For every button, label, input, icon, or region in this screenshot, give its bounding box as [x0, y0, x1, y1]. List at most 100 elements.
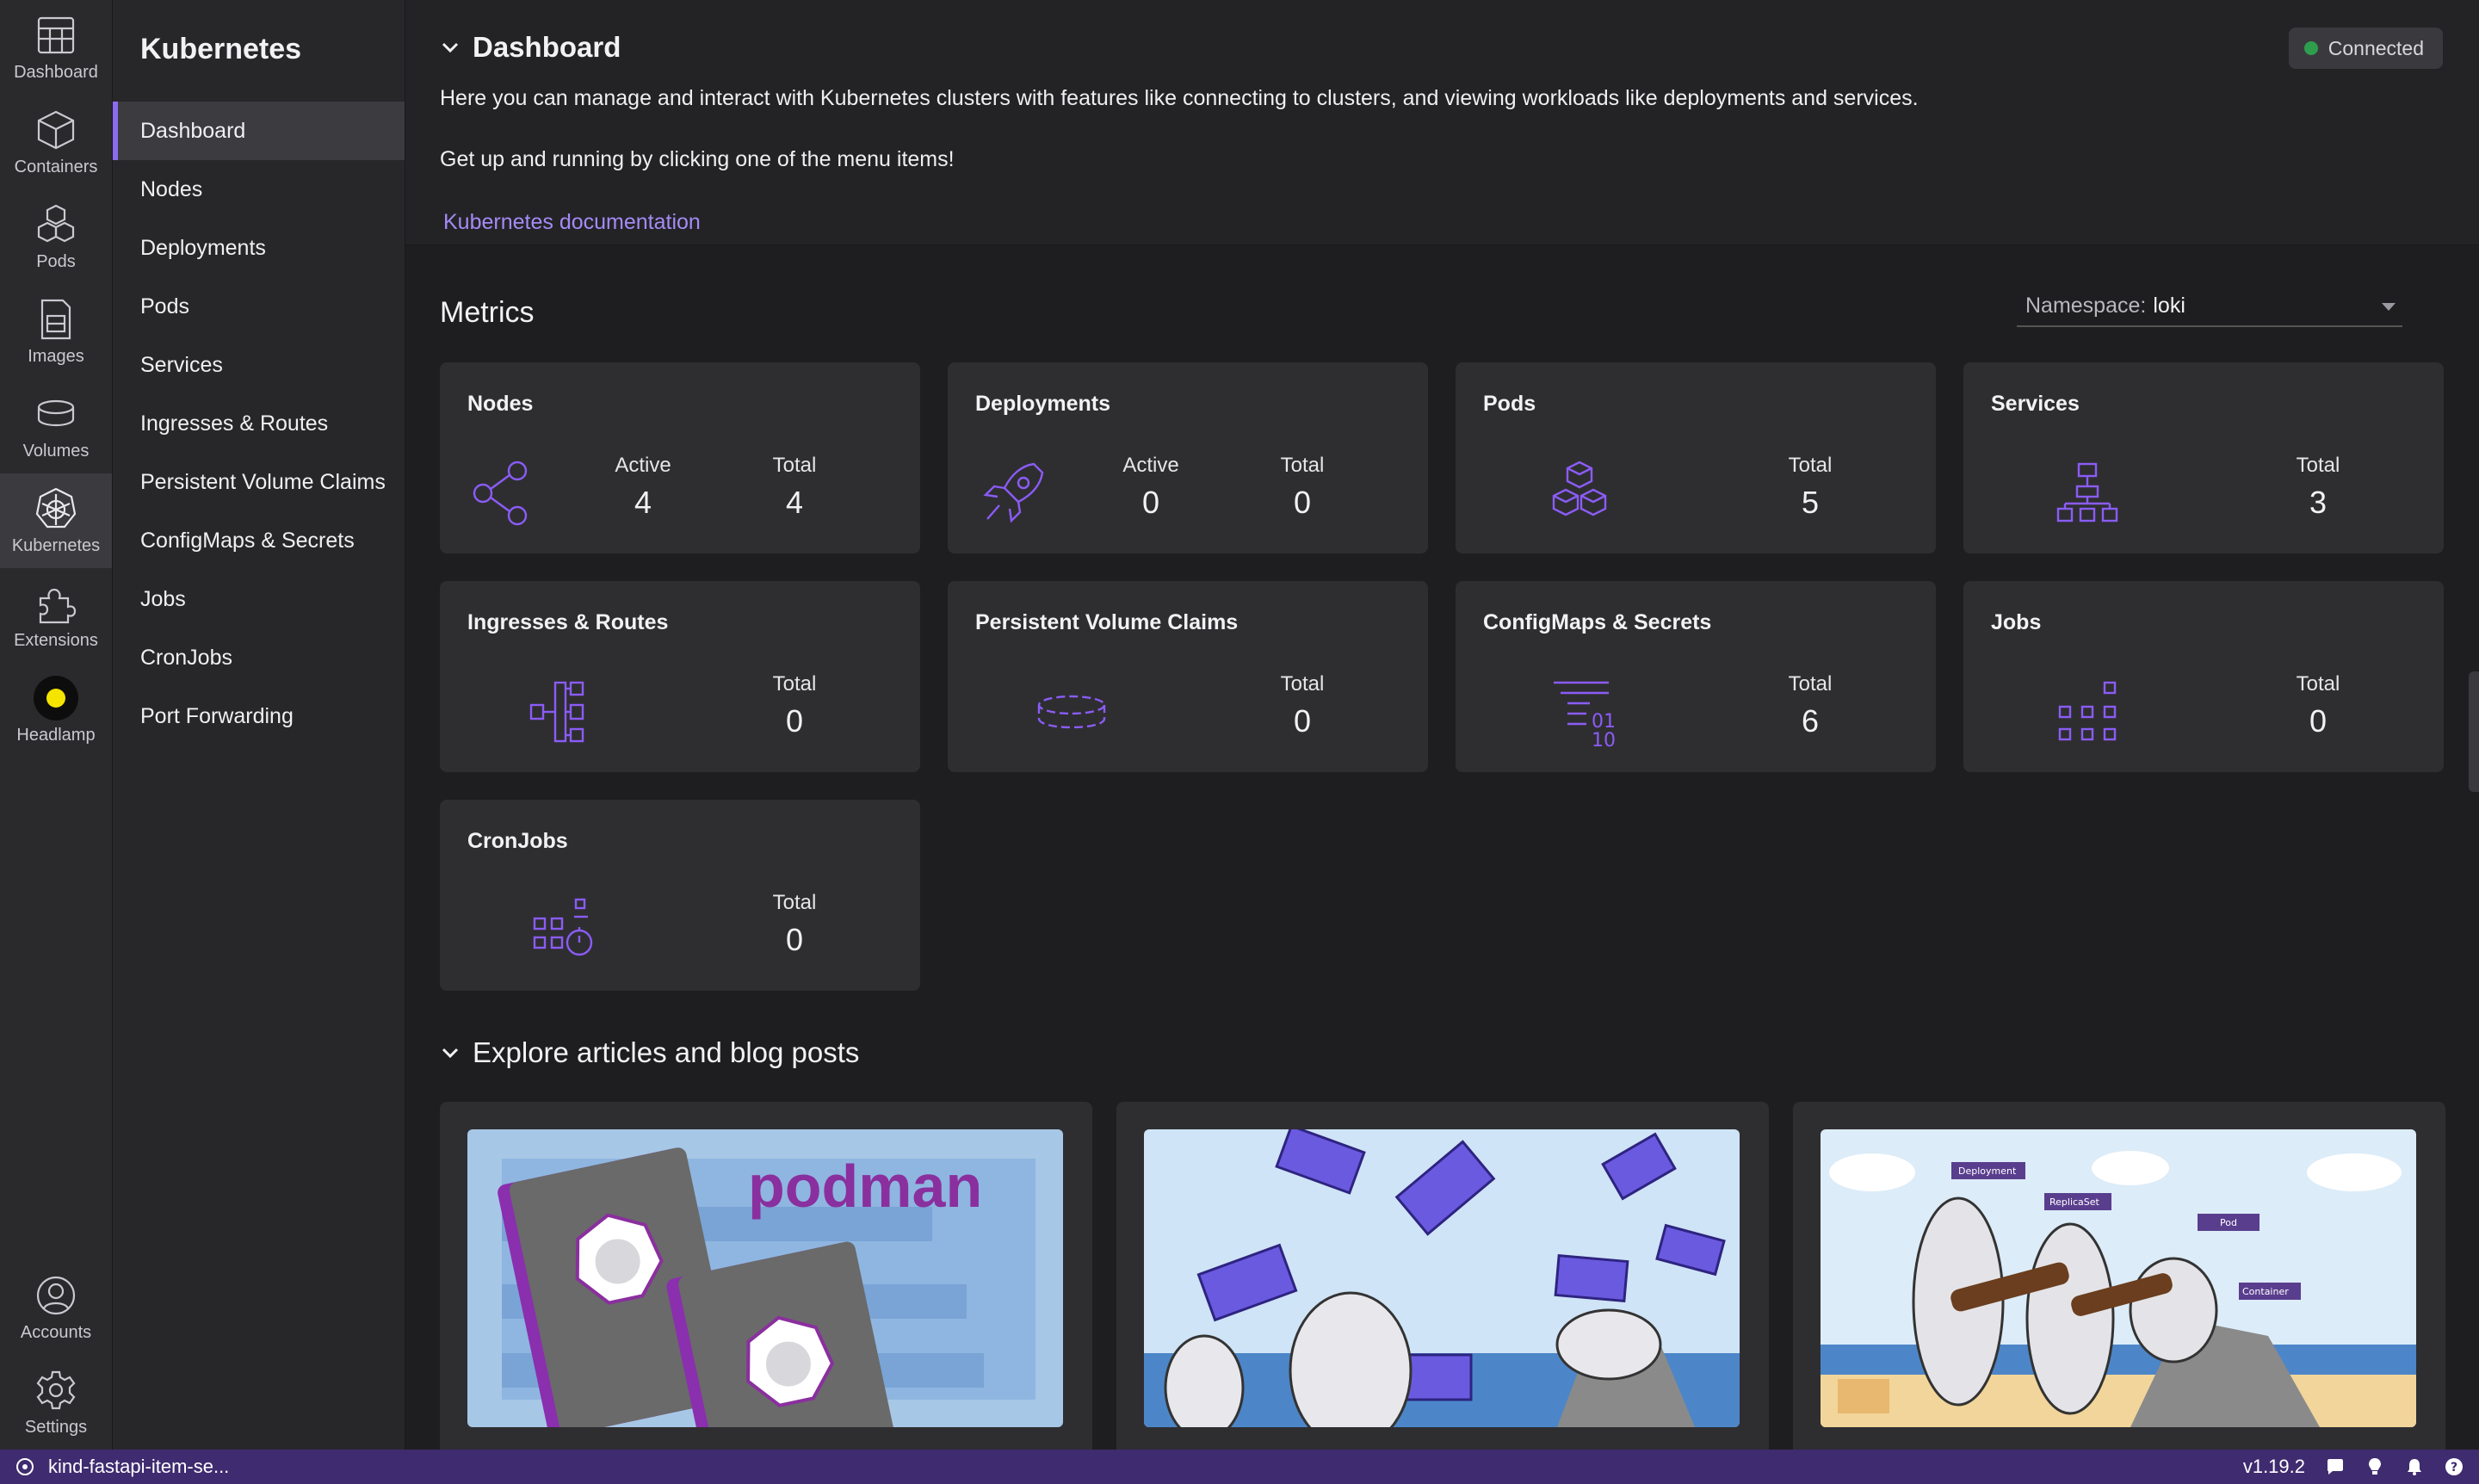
nav-images[interactable]: Images — [0, 284, 112, 379]
binary-icon: 0110 — [1554, 681, 1616, 751]
dashboard-icon — [37, 16, 75, 53]
metric-card-jobs[interactable]: Jobs Total 0 — [1963, 581, 2444, 772]
metric-stat: Total 3 — [2296, 454, 2340, 520]
side-item-cronjobs[interactable]: CronJobs — [113, 628, 405, 687]
metric-card-configmaps[interactable]: ConfigMaps & Secrets 01 10 Total 6 — [1456, 581, 1936, 772]
metric-card-title: Persistent Volume Claims — [975, 610, 1239, 634]
chevron-down-icon — [442, 42, 459, 53]
metric-card-nodes[interactable]: Nodes Active 4 Total 4 — [440, 362, 920, 553]
metric-stat: Total 0 — [772, 672, 817, 739]
nav-label: Dashboard — [14, 62, 98, 82]
metric-card-title: ConfigMaps & Secrets — [1483, 610, 1712, 634]
namespace-select[interactable]: Namespace: loki — [2017, 286, 2402, 327]
metric-stat: Total 4 — [772, 454, 817, 520]
chat-icon[interactable] — [2326, 1457, 2345, 1476]
nodes-icon — [473, 461, 528, 526]
version-label[interactable]: v1.19.2 — [2243, 1456, 2305, 1478]
headlamp-icon — [34, 675, 78, 720]
timer-icon — [533, 898, 593, 956]
nav-label: Extensions — [14, 630, 98, 650]
chevron-down-icon — [442, 1048, 459, 1059]
metric-card-title: CronJobs — [467, 829, 568, 853]
nav-settings[interactable]: Settings — [0, 1355, 112, 1450]
side-item-nodes[interactable]: Nodes — [113, 160, 405, 219]
help-icon[interactable]: ? — [2445, 1457, 2464, 1476]
metric-card-pvc[interactable]: Persistent Volume Claims Total 0 — [948, 581, 1428, 772]
image-icon — [40, 299, 71, 339]
kubernetes-icon — [35, 487, 77, 528]
main-content: Dashboard Here you can manage and intera… — [405, 0, 2479, 1450]
side-item-services[interactable]: Services — [113, 336, 405, 394]
svg-text:Container: Container — [2242, 1286, 2289, 1297]
namespace-value: loki — [2153, 293, 2185, 318]
svg-text:?: ? — [2451, 1461, 2457, 1475]
metric-stat: Total 6 — [1788, 672, 1833, 739]
pods-icon — [37, 204, 75, 242]
side-item-configmaps[interactable]: ConfigMaps & Secrets — [113, 511, 405, 570]
kubernetes-context[interactable]: kind-fastapi-item-se... — [0, 1456, 229, 1478]
intro-hint: Get up and running by clicking one of th… — [440, 147, 955, 171]
metric-card-pods[interactable]: Pods Total 5 — [1456, 362, 1936, 553]
routes-icon — [529, 681, 584, 743]
metric-card-cronjobs[interactable]: CronJobs Total 0 — [440, 800, 920, 991]
metric-card-services[interactable]: Services Total 3 — [1963, 362, 2444, 553]
svg-text:10: 10 — [1592, 730, 1616, 751]
nav-label: Kubernetes — [11, 535, 101, 555]
caret-down-icon — [2382, 303, 2396, 311]
side-item-deployments[interactable]: Deployments — [113, 219, 405, 277]
svg-text:Deployment: Deployment — [1958, 1166, 2017, 1177]
dashboard-intro: Dashboard Here you can manage and intera… — [405, 0, 2479, 245]
side-item-pvc[interactable]: Persistent Volume Claims — [113, 453, 405, 511]
nav-accounts[interactable]: Accounts — [0, 1260, 112, 1355]
disk-icon — [1037, 695, 1106, 729]
metric-card-ingresses[interactable]: Ingresses & Routes Total 0 — [440, 581, 920, 772]
blog-card-deployments[interactable]: Deployment ReplicaSet Pod Container — [1793, 1102, 2445, 1450]
blog-card-containers[interactable] — [1116, 1102, 1769, 1450]
kubernetes-docs-link[interactable]: Kubernetes documentation — [443, 210, 701, 235]
nav-extensions[interactable]: Extensions — [0, 568, 112, 663]
connection-status-badge: Connected — [2288, 28, 2443, 69]
side-item-ingresses[interactable]: Ingresses & Routes — [113, 394, 405, 453]
metric-card-deployments[interactable]: Deployments Active 0 Total 0 — [948, 362, 1428, 553]
side-item-jobs[interactable]: Jobs — [113, 570, 405, 628]
metric-card-title: Services — [1991, 392, 2080, 416]
kubernetes-icon — [16, 1458, 34, 1475]
grid-icon — [2058, 681, 2117, 741]
nav-headlamp[interactable]: Headlamp — [0, 663, 112, 757]
bell-icon[interactable] — [2405, 1457, 2424, 1476]
blog-image-podman: podman — [467, 1129, 1063, 1427]
nav-kubernetes[interactable]: Kubernetes — [0, 473, 112, 568]
hierarchy-icon — [2056, 462, 2118, 522]
explore-heading[interactable]: Explore articles and blog posts — [440, 1036, 859, 1069]
nav-label: Settings — [24, 1417, 88, 1437]
blog-image-deployments: Deployment ReplicaSet Pod Container — [1821, 1129, 2416, 1427]
nav-volumes[interactable]: Volumes — [0, 379, 112, 473]
metric-stat: Total 0 — [1280, 672, 1325, 739]
kubernetes-side-panel: Kubernetes Dashboard Nodes Deployments P… — [113, 0, 405, 1450]
podman-wordmark: podman — [748, 1153, 982, 1220]
side-item-pods[interactable]: Pods — [113, 277, 405, 336]
nav-label: Images — [28, 346, 84, 366]
side-item-port-forwarding[interactable]: Port Forwarding — [113, 687, 405, 745]
metrics-title: Metrics — [440, 296, 535, 329]
explore-title: Explore articles and blog posts — [473, 1036, 860, 1068]
svg-text:Pod: Pod — [2220, 1217, 2237, 1228]
dashboard-heading[interactable]: Dashboard — [440, 31, 2445, 64]
side-item-dashboard[interactable]: Dashboard — [113, 102, 405, 160]
metric-stat: Active 4 — [615, 454, 671, 520]
svg-text:ReplicaSet: ReplicaSet — [2049, 1196, 2100, 1208]
blog-card-podman[interactable]: podman — [440, 1102, 1092, 1450]
metric-card-title: Pods — [1483, 392, 1536, 416]
metric-stat: Active 0 — [1122, 454, 1179, 520]
metric-card-title: Ingresses & Routes — [467, 610, 669, 634]
volume-icon — [37, 399, 75, 426]
nav-pods[interactable]: Pods — [0, 189, 112, 284]
namespace-label: Namespace: — [2025, 293, 2147, 318]
cubes-icon — [1552, 461, 1607, 516]
blog-image-containers — [1144, 1129, 1740, 1427]
nav-containers[interactable]: Containers — [0, 95, 112, 189]
nav-label: Accounts — [20, 1322, 92, 1342]
scrollbar-handle[interactable] — [2469, 671, 2479, 792]
nav-dashboard[interactable]: Dashboard — [0, 0, 112, 95]
lightbulb-icon[interactable] — [2365, 1457, 2384, 1476]
